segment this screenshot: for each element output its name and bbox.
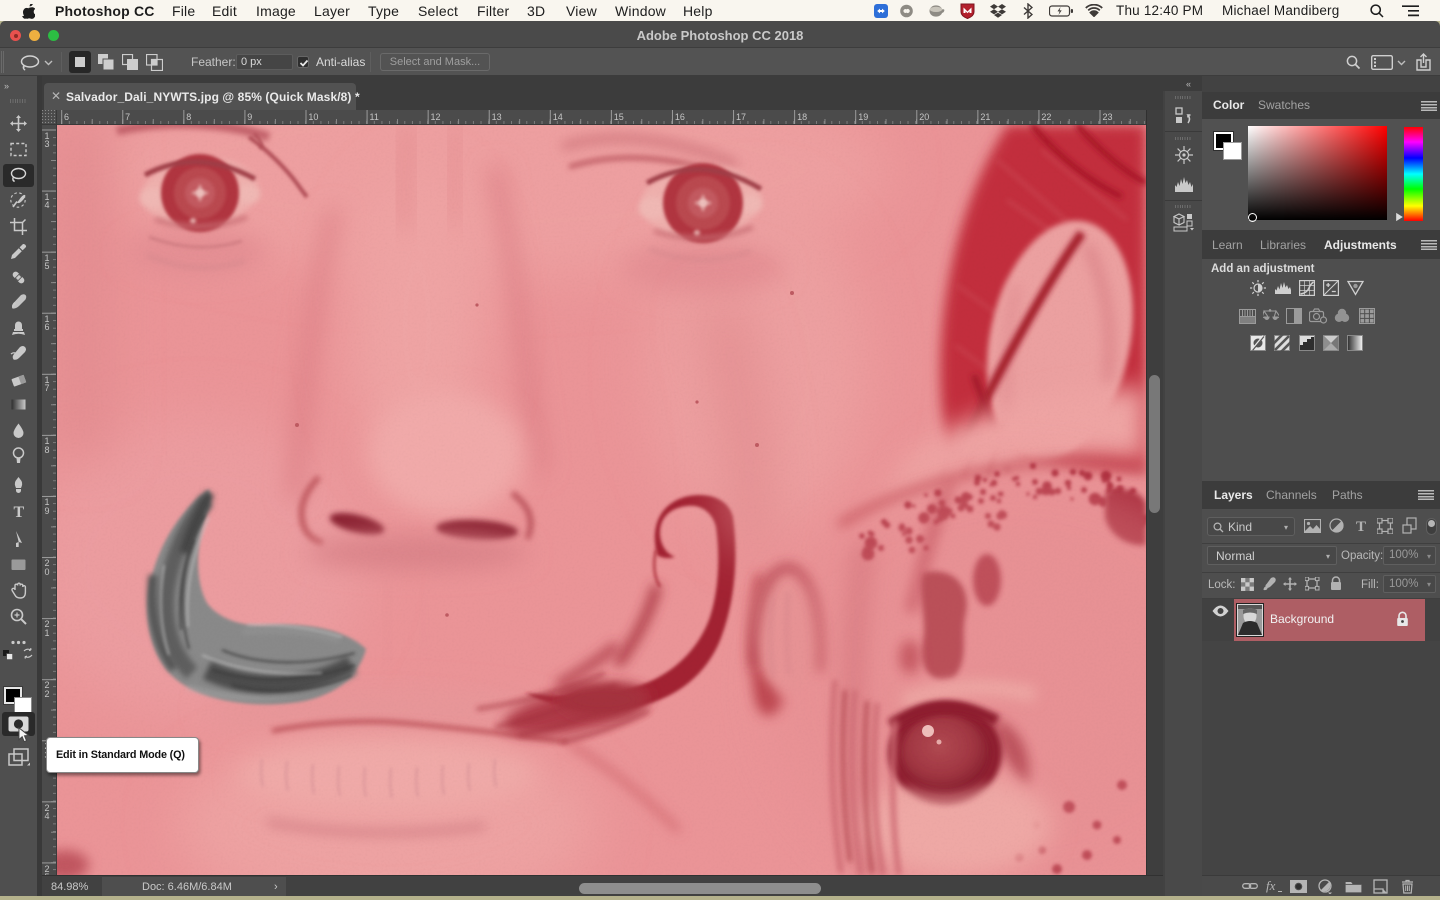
svg-text:fx: fx [1266,879,1276,893]
svg-text:T: T [14,504,25,520]
svg-text:T: T [1356,519,1366,533]
